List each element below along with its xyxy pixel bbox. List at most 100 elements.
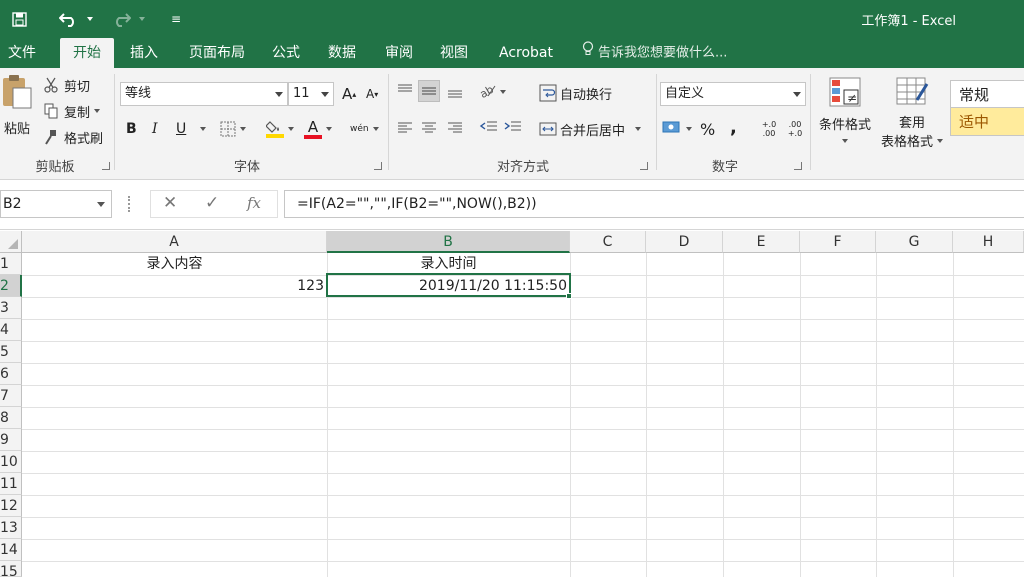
borders-button[interactable] [220,120,246,138]
copy-button[interactable]: 复制 [42,100,101,122]
name-box[interactable]: B2 [0,190,112,218]
column-header-a[interactable]: A [22,231,327,253]
column-header-d[interactable]: D [646,231,723,253]
redo-dropdown-icon[interactable] [136,7,148,31]
insert-function-icon[interactable]: fx [247,194,261,212]
column-header-h[interactable]: H [953,231,1024,253]
undo-dropdown-icon[interactable] [84,7,96,31]
row-header[interactable]: 4 [0,319,22,341]
decrease-font-size-button[interactable]: A ▾ [366,84,382,104]
wrap-text-button[interactable]: 自动换行 [538,82,612,104]
copy-dropdown-icon[interactable] [94,109,101,113]
formula-input[interactable]: =IF(A2="","",IF(B2="",NOW(),B2)) [284,190,1024,218]
align-left-icon[interactable] [394,116,416,138]
style-normal[interactable]: 常规 [950,80,1024,108]
tab-file[interactable]: 文件 [0,38,44,68]
gridline [22,473,1024,474]
italic-button[interactable]: I [152,118,168,140]
underline-dropdown[interactable] [196,118,206,140]
cut-button[interactable]: 剪切 [42,74,90,96]
column-header-c[interactable]: C [570,231,646,253]
gridline [570,253,571,577]
row-header[interactable]: 3 [0,297,22,319]
column-header-g[interactable]: G [876,231,953,253]
fill-color-button[interactable] [266,118,294,140]
cut-label: 剪切 [64,79,91,95]
tab-review[interactable]: 审阅 [377,38,421,68]
row-header[interactable]: 11 [0,473,22,495]
font-color-button[interactable]: A [304,118,332,140]
tab-data[interactable]: 数据 [320,38,364,68]
font-launcher-icon[interactable] [374,162,382,170]
format-as-table-button[interactable]: 套用 表格格式 [876,76,948,156]
alignment-launcher-icon[interactable] [640,162,648,170]
merge-center-button[interactable]: 合并后居中 [538,118,642,140]
cell-b1[interactable]: 录入时间 [327,253,570,275]
select-all-button[interactable] [0,231,22,253]
row-header[interactable]: 6 [0,363,22,385]
tab-insert[interactable]: 插入 [120,38,168,68]
style-neutral[interactable]: 适中 [950,108,1024,136]
cancel-icon[interactable]: ✕ [163,193,177,213]
alignment-group-label: 对齐方式 [496,160,549,175]
column-header-b[interactable]: B [327,231,570,253]
tab-formulas[interactable]: 公式 [264,38,308,68]
align-right-icon[interactable] [444,116,466,138]
comma-style-button[interactable]: , [730,116,737,138]
underline-button[interactable]: U [176,118,192,140]
font-size-dropdown[interactable]: 11 [288,82,334,106]
row-header[interactable]: 12 [0,495,22,517]
increase-decimal-button[interactable]: +.0 .00 [758,118,780,140]
accounting-format-button[interactable] [662,118,692,140]
save-icon[interactable] [8,7,30,31]
fill-handle[interactable] [566,293,572,299]
row-header[interactable]: 9 [0,429,22,451]
formula-bar-resize-handle[interactable] [128,196,131,212]
row-header[interactable]: 1 [0,253,22,275]
format-painter-button[interactable]: 格式刷 [42,126,103,148]
conditional-formatting-button[interactable]: ≠ 条件格式 [814,76,876,156]
row-header[interactable]: 13 [0,517,22,539]
tab-page-layout[interactable]: 页面布局 [178,38,256,68]
tell-me-box[interactable]: 告诉我您想要做什么... [582,38,727,68]
number-launcher-icon[interactable] [794,162,802,170]
bold-button[interactable]: B [126,118,142,140]
percent-style-button[interactable]: % [700,118,715,140]
format-table-label-1: 套用 [898,116,925,131]
row-header[interactable]: 7 [0,385,22,407]
shrink-font-icon: A [366,87,375,101]
top-align-icon[interactable] [394,80,416,102]
increase-font-size-button[interactable]: A ▴ [342,84,358,104]
middle-align-icon[interactable] [418,80,440,102]
phonetic-guide-button[interactable]: wén [350,118,379,140]
column-header-e[interactable]: E [723,231,800,253]
font-name-dropdown[interactable]: 等线 [120,82,288,106]
paste-button[interactable]: 粘贴 [0,74,34,150]
decrease-indent-icon[interactable] [478,116,500,138]
row-header[interactable]: 10 [0,451,22,473]
align-center-icon[interactable] [418,116,440,138]
column-header-f[interactable]: F [800,231,876,253]
row-header[interactable]: 15 [0,561,22,577]
tab-view[interactable]: 视图 [432,38,476,68]
cell-a1[interactable]: 录入内容 [22,253,327,275]
orientation-button[interactable]: ab [478,82,506,102]
wrap-text-icon [538,84,558,102]
row-header[interactable]: 8 [0,407,22,429]
redo-icon[interactable] [108,7,134,31]
bottom-align-icon[interactable] [444,80,466,102]
decrease-decimal-button[interactable]: .00 +.0 [784,118,806,140]
increase-indent-icon[interactable] [502,116,524,138]
number-format-dropdown[interactable]: 自定义 [660,82,806,106]
clipboard-launcher-icon[interactable] [102,162,110,170]
cell-a2[interactable]: 123 [22,275,327,297]
tab-acrobat[interactable]: Acrobat [490,38,562,68]
enter-icon[interactable]: ✓ [205,193,219,213]
row-header[interactable]: 5 [0,341,22,363]
row-header[interactable]: 2 [0,275,22,297]
gridline [22,429,1024,430]
undo-icon[interactable] [56,7,82,31]
customize-quick-access-icon[interactable]: ≡ [168,7,184,31]
tab-home[interactable]: 开始 [60,38,114,68]
row-header[interactable]: 14 [0,539,22,561]
